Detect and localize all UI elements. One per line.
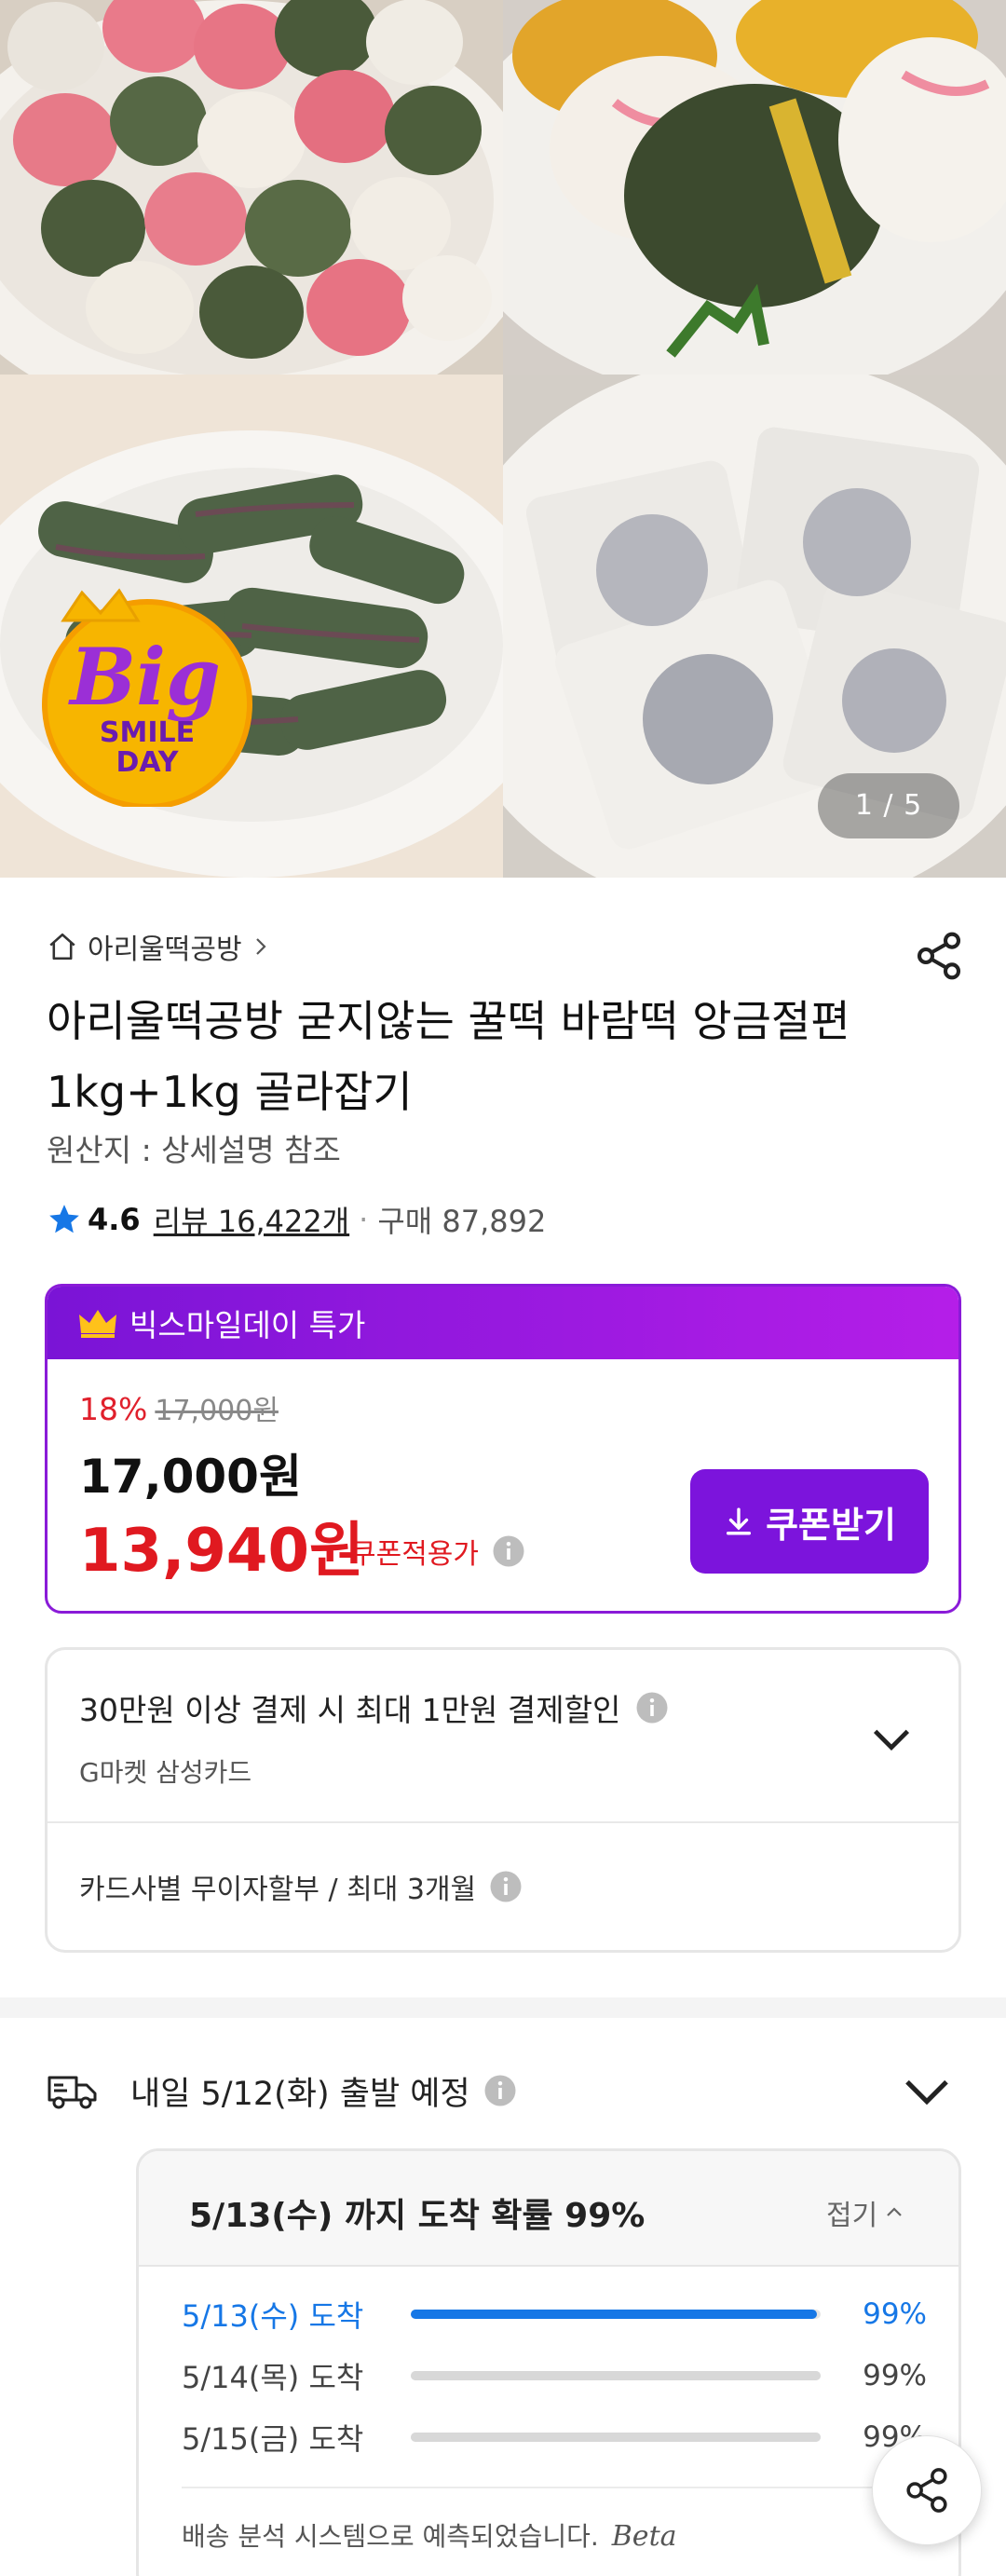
get-coupon-label: 쿠폰받기	[766, 1504, 896, 1546]
card-discount-text: 30만원 이상 결제 시 최대 1만원 결제할인	[79, 1692, 621, 1728]
store-name: 아리울떡공방	[88, 934, 242, 966]
probability-bar	[411, 2310, 821, 2319]
badge-smile-text: SMILE	[100, 716, 195, 749]
coupon-note-text: 쿠폰적용가	[350, 1538, 479, 1571]
card-name: G마켓 삼성카드	[79, 1757, 252, 1788]
discount-percent: 18%	[79, 1391, 148, 1427]
big-smile-day-badge: Big SMILE DAY	[35, 583, 259, 810]
card-discount-row: 30만원 이상 결제 시 최대 1만원 결제할인	[79, 1685, 669, 1730]
rating-value: 4.6	[88, 1202, 141, 1237]
floating-share-button[interactable]	[872, 2435, 982, 2545]
product-info: 아리울떡공방 아리울떡공방 굳지않는 꿀떡 바람떡 앙금절편 1kg+1kg 골…	[0, 878, 1006, 1996]
chevron-down-icon[interactable]	[900, 2065, 954, 2117]
arrival-row: 5/13(수) 도착 99%	[182, 2291, 927, 2337]
product-title: 아리울떡공방 굳지않는 꿀떡 바람떡 앙금절편 1kg+1kg 골라잡기	[47, 996, 850, 1117]
product-origin: 원산지 : 상세설명 참조	[47, 1132, 341, 1168]
coupon-price-label: 쿠폰적용가	[350, 1531, 525, 1572]
deal-header: 빅스마일데이 특가	[48, 1287, 958, 1359]
section-divider	[0, 1997, 1006, 2018]
probability-header: 5/13(수) 까지 도착 확률 99% 접기	[139, 2151, 958, 2267]
divider	[48, 1821, 958, 1823]
chevron-down-icon[interactable]	[867, 1715, 916, 1764]
prediction-note: 배송 분석 시스템으로 예측되었습니다. Beta	[182, 2516, 677, 2554]
arrival-day: 5/14(목) 도착	[182, 2360, 364, 2395]
chevron-up-icon	[887, 2207, 902, 2216]
arrival-percent: 99%	[863, 2297, 927, 2331]
download-icon	[727, 1507, 752, 1535]
installment-text: 카드사별 무이자할부 / 최대 3개월	[79, 1874, 477, 1906]
store-link[interactable]: 아리울떡공방	[47, 928, 272, 966]
badge-big-text: Big	[68, 631, 221, 723]
product-image-tile-2	[503, 0, 1006, 375]
coupon-price: 13,940원	[79, 1517, 364, 1586]
info-icon[interactable]	[492, 1534, 525, 1568]
purchase-count: 구매 87,892	[377, 1204, 547, 1239]
sale-price: 17,000원	[79, 1450, 302, 1504]
review-count-link[interactable]: 리뷰 16,422개	[154, 1198, 349, 1241]
separator-dot: ·	[359, 1202, 369, 1237]
probability-bar-fill	[411, 2433, 821, 2442]
discount-row: 18% 17,000원	[79, 1387, 279, 1428]
info-icon[interactable]	[489, 1870, 523, 1903]
arrival-row: 5/14(목) 도착 99%	[182, 2352, 927, 2399]
share-icon[interactable]	[913, 930, 965, 982]
fold-label: 접기	[826, 2200, 878, 2232]
payment-benefit-box: 30만원 이상 결제 시 최대 1만원 결제할인 G마켓 삼성카드 카드사별 무…	[45, 1647, 961, 1953]
home-icon	[49, 933, 75, 961]
prediction-note-text: 배송 분석 시스템으로 예측되었습니다.	[182, 2521, 599, 2552]
badge-day-text: DAY	[116, 746, 180, 779]
get-coupon-button[interactable]: 쿠폰받기	[690, 1469, 929, 1574]
installment-row: 카드사별 무이자할부 / 최대 3개월	[79, 1866, 523, 1907]
divider	[182, 2487, 927, 2488]
info-icon[interactable]	[483, 2074, 517, 2107]
delivery-row[interactable]: 내일 5/12(화) 출발 예정	[47, 2065, 517, 2117]
departure-text: 내일 5/12(화) 출발 예정	[130, 2075, 470, 2113]
arrival-day: 5/15(금) 도착	[182, 2421, 364, 2457]
image-counter: 1 / 5	[818, 773, 959, 838]
info-icon[interactable]	[635, 1691, 669, 1724]
arrival-day: 5/13(수) 도착	[182, 2298, 364, 2334]
deal-title: 빅스마일데이 특가	[129, 1307, 366, 1343]
probability-bar-fill	[411, 2371, 821, 2380]
star-icon	[49, 1205, 79, 1233]
fold-button[interactable]: 접기	[826, 2192, 905, 2233]
chevron-right-icon	[255, 938, 266, 955]
probability-bar-fill	[411, 2310, 817, 2319]
probability-bar	[411, 2371, 821, 2380]
beta-label: Beta	[611, 2520, 677, 2553]
rating-row: 4.6 리뷰 16,422개 · 구매 87,892	[47, 1198, 546, 1241]
arrival-probability-box: 5/13(수) 까지 도착 확률 99% 접기 5/13(수) 도착 99% 5…	[136, 2148, 961, 2576]
arrival-percent: 99%	[863, 2359, 927, 2392]
truck-icon	[48, 2076, 97, 2109]
product-image-gallery[interactable]: Big SMILE DAY 1 / 5	[0, 0, 1006, 878]
crown-icon	[79, 1310, 116, 1338]
original-price: 17,000원	[155, 1395, 279, 1427]
probability-bar	[411, 2433, 821, 2442]
product-image-tile-1	[0, 0, 503, 375]
deal-box: 빅스마일데이 특가 18% 17,000원 17,000원 13,940원 쿠폰…	[45, 1284, 961, 1614]
arrival-row: 5/15(금) 도착 99%	[182, 2414, 927, 2460]
probability-title: 5/13(수) 까지 도착 확률 99%	[189, 2197, 646, 2235]
share-icon	[906, 2468, 947, 2513]
